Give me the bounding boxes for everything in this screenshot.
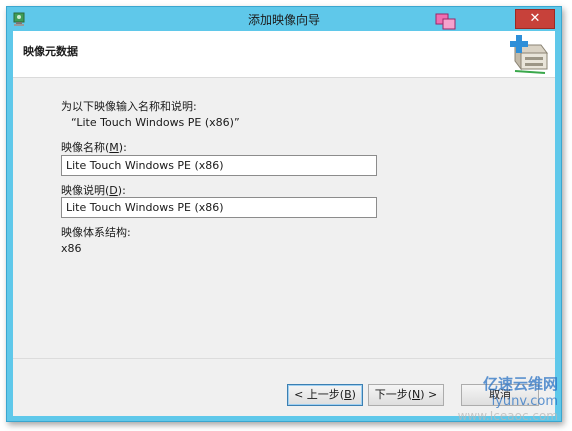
intro-text: 为以下映像输入名称和说明: — [61, 100, 197, 113]
image-description-label: 映像说明(D): — [61, 184, 126, 197]
watermark-line-1: 亿速云维网 — [482, 375, 558, 393]
image-description-input[interactable] — [61, 197, 377, 218]
watermark-line-2: iyunv.com — [491, 394, 558, 409]
page-title: 映像元数据 — [23, 45, 78, 58]
next-button[interactable]: 下一步(N) > — [368, 384, 444, 406]
wizard-client-area: 映像元数据 为以下映像输入名称和说明: “Lite Touch Windows … — [13, 31, 555, 416]
wizard-window: 添加映像向导 ✕ 映像元数据 为以下映像输入名称和说明: “Lite Touch… — [6, 6, 562, 422]
server-add-icon — [510, 35, 548, 74]
image-name-input[interactable] — [61, 155, 377, 176]
back-button[interactable]: < 上一步(B) — [287, 384, 363, 406]
image-architecture-label: 映像体系结构: — [61, 226, 131, 239]
image-name-quoted: “Lite Touch Windows PE (x86)” — [71, 116, 240, 129]
wizard-header: 映像元数据 — [13, 31, 555, 78]
image-architecture-value: x86 — [61, 242, 82, 255]
image-name-label: 映像名称(M): — [61, 141, 127, 154]
watermark-line-3: www.Iceaoc.com — [457, 409, 558, 423]
window-title: 添加映像向导 — [247, 13, 320, 27]
title-bar[interactable]: 添加映像向导 ✕ — [7, 7, 561, 31]
close-button[interactable]: ✕ — [515, 9, 555, 29]
site-watermark: 亿速云维网 iyunv.com www.Iceaoc.com — [458, 373, 558, 423]
wizard-content: 为以下映像输入名称和说明: “Lite Touch Windows PE (x8… — [13, 78, 555, 358]
window-stack-icon — [435, 13, 456, 30]
